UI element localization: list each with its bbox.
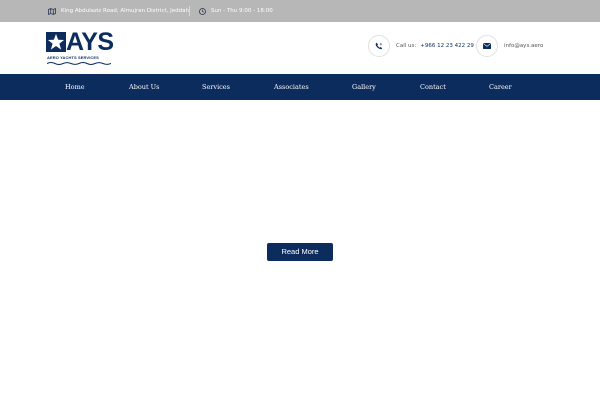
map-icon xyxy=(48,7,56,15)
email-contact[interactable]: info@ays.aero xyxy=(476,35,543,57)
hours-info: Sun - Thu 9:00 - 18:00 xyxy=(199,0,273,22)
nav-item-about-us[interactable]: About Us xyxy=(129,74,159,100)
phone-label: Call us: xyxy=(396,43,417,49)
topbar-divider xyxy=(189,6,190,16)
site-logo[interactable]: AYS AERO YACHTS SERVICES xyxy=(46,28,116,68)
nav-item-services[interactable]: Services xyxy=(202,74,230,100)
read-more-button[interactable]: Read More xyxy=(267,243,333,261)
logo-arabic-subtitle xyxy=(47,62,111,65)
phone-number[interactable]: +966 12 23 422 29 xyxy=(420,43,474,49)
email-address[interactable]: info@ays.aero xyxy=(504,43,543,49)
phone-icon xyxy=(368,35,390,57)
nav-item-contact[interactable]: Contact xyxy=(420,74,446,100)
address-info: King Abdulaziz Road, Almujran District, … xyxy=(48,0,189,22)
logo-wordmark: AYS xyxy=(66,28,114,56)
nav-item-gallery[interactable]: Gallery xyxy=(352,74,376,100)
top-info-bar: King Abdulaziz Road, Almujran District, … xyxy=(0,0,600,22)
phone-contact[interactable]: Call us: +966 12 23 422 29 xyxy=(368,35,474,57)
main-navigation: Home About Us Services Associates Galler… xyxy=(0,74,600,100)
site-header: AYS AERO YACHTS SERVICES Call us: +966 1… xyxy=(0,22,600,74)
logo-subtitle: AERO YACHTS SERVICES xyxy=(47,55,99,60)
star-logo-mark xyxy=(46,32,66,52)
nav-item-home[interactable]: Home xyxy=(65,74,85,100)
hours-text: Sun - Thu 9:00 - 18:00 xyxy=(211,8,273,14)
envelope-icon xyxy=(476,35,498,57)
nav-item-associates[interactable]: Associates xyxy=(274,74,309,100)
address-text: King Abdulaziz Road, Almujran District, … xyxy=(61,8,189,14)
clock-icon xyxy=(199,7,206,15)
nav-item-career[interactable]: Career xyxy=(489,74,512,100)
